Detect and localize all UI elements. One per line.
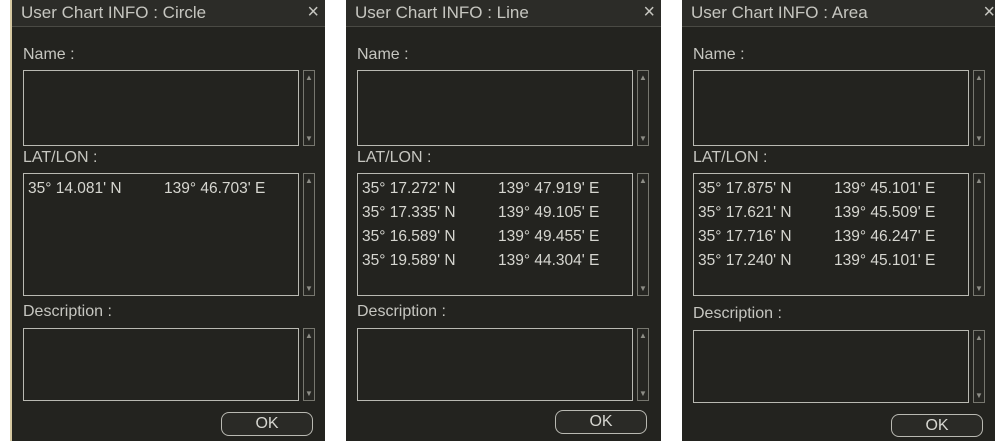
scroll-down-arrow-icon[interactable]: ▼	[305, 133, 313, 144]
name-label: Name :	[693, 46, 745, 63]
latlon-list[interactable]: 35° 17.875' N 139° 45.101' E 35° 17.621'…	[693, 173, 969, 296]
longitude-value: 139° 44.304' E	[498, 252, 600, 269]
dialog-titlebar: User Chart INFO : Line ×	[346, 0, 661, 27]
scroll-up-arrow-icon[interactable]: ▲	[639, 330, 647, 341]
scroll-up-arrow-icon[interactable]: ▲	[639, 72, 647, 83]
longitude-value: 139° 46.703' E	[164, 180, 266, 197]
longitude-value: 139° 45.101' E	[834, 252, 936, 269]
scroll-up-arrow-icon[interactable]: ▲	[639, 175, 647, 186]
scroll-down-arrow-icon[interactable]: ▼	[975, 133, 983, 144]
user-chart-info-area-dialog: User Chart INFO : Area × Name : ▲ ▼ LAT/…	[682, 0, 995, 441]
latitude-value: 35° 16.589' N	[362, 228, 456, 245]
latlon-label: LAT/LON :	[357, 149, 432, 166]
latlon-list[interactable]: 35° 17.272' N 139° 47.919' E 35° 17.335'…	[357, 173, 633, 296]
scroll-up-arrow-icon[interactable]: ▲	[305, 72, 313, 83]
latitude-value: 35° 17.621' N	[698, 204, 792, 221]
scroll-up-arrow-icon[interactable]: ▲	[305, 175, 313, 186]
latitude-value: 35° 17.240' N	[698, 252, 792, 269]
longitude-value: 139° 49.105' E	[498, 204, 600, 221]
close-icon[interactable]: ×	[643, 1, 655, 23]
description-scrollbar[interactable]: ▲ ▼	[303, 328, 315, 401]
latlon-scrollbar[interactable]: ▲ ▼	[637, 173, 649, 296]
name-scrollbar[interactable]: ▲ ▼	[637, 70, 649, 146]
scroll-up-arrow-icon[interactable]: ▲	[305, 330, 313, 341]
description-scrollbar[interactable]: ▲ ▼	[637, 328, 649, 401]
latitude-value: 35° 17.716' N	[698, 228, 792, 245]
name-scrollbar[interactable]: ▲ ▼	[303, 70, 315, 146]
latlon-scrollbar[interactable]: ▲ ▼	[973, 173, 985, 296]
close-icon[interactable]: ×	[983, 1, 995, 23]
ok-button[interactable]: OK	[555, 410, 647, 434]
longitude-value: 139° 45.509' E	[834, 204, 936, 221]
dialog-titlebar: User Chart INFO : Area ×	[682, 0, 995, 27]
name-label: Name :	[357, 46, 409, 63]
scroll-down-arrow-icon[interactable]: ▼	[975, 390, 983, 401]
scroll-down-arrow-icon[interactable]: ▼	[975, 283, 983, 294]
name-scrollbar[interactable]: ▲ ▼	[973, 70, 985, 146]
dialog-title: User Chart INFO : Circle	[21, 3, 207, 22]
ok-button[interactable]: OK	[221, 412, 313, 436]
longitude-value: 139° 47.919' E	[498, 180, 600, 197]
scroll-up-arrow-icon[interactable]: ▲	[975, 72, 983, 83]
ok-button[interactable]: OK	[891, 414, 983, 437]
description-field[interactable]	[357, 328, 633, 401]
scroll-up-arrow-icon[interactable]: ▲	[975, 175, 983, 186]
description-label: Description :	[23, 303, 112, 320]
scroll-down-arrow-icon[interactable]: ▼	[639, 133, 647, 144]
latitude-value: 35° 17.272' N	[362, 180, 456, 197]
name-field[interactable]	[693, 70, 969, 146]
dialog-titlebar: User Chart INFO : Circle ×	[12, 0, 325, 27]
latlon-scrollbar[interactable]: ▲ ▼	[303, 173, 315, 296]
description-label: Description :	[357, 303, 446, 320]
latitude-value: 35° 17.875' N	[698, 180, 792, 197]
user-chart-info-line-dialog: User Chart INFO : Line × Name : ▲ ▼ LAT/…	[346, 0, 661, 441]
dialog-title: User Chart INFO : Line	[355, 3, 529, 22]
close-icon[interactable]: ×	[307, 1, 319, 23]
scroll-up-arrow-icon[interactable]: ▲	[975, 332, 983, 343]
description-field[interactable]	[23, 328, 299, 401]
name-field[interactable]	[357, 70, 633, 146]
latitude-value: 35° 14.081' N	[28, 180, 122, 197]
latlon-label: LAT/LON :	[23, 149, 98, 166]
user-chart-info-circle-dialog: User Chart INFO : Circle × Name : ▲ ▼ LA…	[10, 0, 325, 441]
scroll-down-arrow-icon[interactable]: ▼	[639, 283, 647, 294]
longitude-value: 139° 45.101' E	[834, 180, 936, 197]
description-field[interactable]	[693, 330, 969, 403]
latlon-label: LAT/LON :	[693, 149, 768, 166]
description-scrollbar[interactable]: ▲ ▼	[973, 330, 985, 403]
longitude-value: 139° 49.455' E	[498, 228, 600, 245]
latitude-value: 35° 19.589' N	[362, 252, 456, 269]
scroll-down-arrow-icon[interactable]: ▼	[639, 388, 647, 399]
latlon-list[interactable]: 35° 14.081' N 139° 46.703' E	[23, 173, 299, 296]
latitude-value: 35° 17.335' N	[362, 204, 456, 221]
scroll-down-arrow-icon[interactable]: ▼	[305, 283, 313, 294]
name-label: Name :	[23, 46, 75, 63]
dialog-title: User Chart INFO : Area	[691, 3, 868, 22]
description-label: Description :	[693, 305, 782, 322]
name-field[interactable]	[23, 70, 299, 146]
longitude-value: 139° 46.247' E	[834, 228, 936, 245]
scroll-down-arrow-icon[interactable]: ▼	[305, 388, 313, 399]
